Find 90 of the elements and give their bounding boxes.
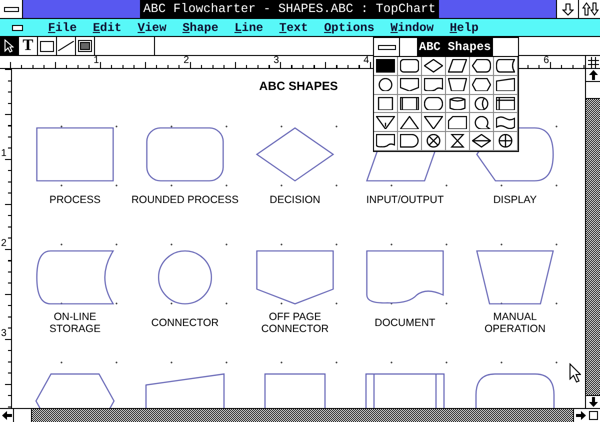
- square-icon: [589, 411, 598, 420]
- chart-heading: ABC SHAPES: [259, 79, 338, 93]
- system-menu-button[interactable]: [0, 0, 23, 18]
- shape-label: MANUAL OPERATION: [484, 311, 546, 336]
- dash-icon: [4, 6, 18, 12]
- shape-label: OFF PAGE CONNECTOR: [261, 311, 329, 336]
- down-arrow-icon: [562, 2, 574, 16]
- shape-tool-button[interactable]: [470, 94, 494, 114]
- shape-tool-button[interactable]: [494, 76, 518, 95]
- mouse-pointer-icon: [569, 363, 581, 383]
- shape-tool-button[interactable]: [494, 57, 518, 76]
- maximize-button[interactable]: [578, 0, 600, 18]
- down-arrow-icon: [588, 397, 598, 407]
- shape-tool-button[interactable]: [374, 94, 398, 114]
- ruler-number: 3: [272, 56, 280, 66]
- menu-item[interactable]: Help: [450, 20, 479, 34]
- shaded-rectangle-icon: [78, 40, 92, 52]
- ruler-number: 2: [182, 56, 190, 66]
- ruler-number: 3: [0, 329, 8, 339]
- right-arrow-icon: [576, 411, 586, 420]
- shape-label: INPUT/OUTPUT: [366, 194, 444, 206]
- shape-tool-button[interactable]: [494, 132, 518, 151]
- shape-tool-button[interactable]: [422, 76, 446, 95]
- dash-icon: [378, 44, 396, 50]
- shape-tool-button[interactable]: [398, 57, 422, 76]
- ruler-number: 1: [0, 149, 8, 159]
- shape-label: DOCUMENT: [374, 317, 436, 330]
- document-menu-button[interactable]: [12, 24, 23, 30]
- rectangle-icon: [40, 40, 54, 52]
- up-arrow-icon: [588, 70, 598, 80]
- shape-label: ON-LINE STORAGE: [49, 311, 101, 336]
- shape-tool-button[interactable]: [398, 94, 422, 114]
- menu-item[interactable]: File: [48, 20, 77, 34]
- shape-label: PROCESS: [49, 194, 101, 206]
- shape-tool-button[interactable]: [422, 132, 446, 151]
- shape-tool-button[interactable]: [398, 76, 422, 95]
- up-down-arrows-icon: [580, 2, 598, 16]
- menu-item[interactable]: Line: [234, 20, 264, 34]
- ruler-number: 1: [92, 56, 100, 66]
- minimize-button[interactable]: [556, 0, 578, 18]
- shape-tool-button[interactable]: [470, 132, 494, 151]
- shape-tool-button[interactable]: [422, 57, 446, 76]
- ruler-number: 6: [542, 56, 550, 66]
- scroll-thumb[interactable]: [14, 409, 32, 422]
- menu-item[interactable]: Text: [279, 20, 308, 34]
- shape-tool-button[interactable]: [446, 94, 470, 114]
- tool-button[interactable]: [76, 37, 95, 55]
- menu-item[interactable]: Window: [390, 20, 434, 34]
- shape-label: DISPLAY: [493, 194, 537, 206]
- shape-label: ROUNDED PROCESS: [131, 194, 239, 206]
- shape-tool-button[interactable]: [398, 132, 422, 151]
- scroll-up-button[interactable]: [586, 69, 600, 81]
- shape-tool-button[interactable]: [398, 113, 422, 132]
- shape-tool-button[interactable]: [494, 113, 518, 132]
- window-title: ABC Flowcharter - SHAPES.ABC : TopChart: [140, 0, 439, 18]
- menu-item[interactable]: Shape: [182, 20, 218, 34]
- size-box[interactable]: [587, 409, 600, 422]
- menu-item[interactable]: Edit: [92, 20, 122, 34]
- shape-tool-button[interactable]: [446, 113, 470, 132]
- shape-tool-button[interactable]: [422, 113, 446, 132]
- scroll-down-button[interactable]: [586, 396, 600, 408]
- shape-tool-button[interactable]: [494, 94, 518, 114]
- shape-tool-button[interactable]: [374, 76, 398, 95]
- shape-tool-button[interactable]: [374, 57, 398, 76]
- menu-item[interactable]: View: [138, 20, 166, 34]
- shape-tool-button[interactable]: [446, 57, 470, 76]
- left-arrow-icon: [2, 411, 12, 420]
- shape-tool-button[interactable]: [374, 132, 398, 151]
- scroll-left-button[interactable]: [0, 409, 13, 422]
- ruler-number: 2: [0, 239, 8, 249]
- menu-item[interactable]: Options: [324, 20, 374, 34]
- palette-title: ABC Shapes: [417, 38, 494, 56]
- shape-tool-button[interactable]: [446, 76, 470, 95]
- tool-button[interactable]: [0, 37, 19, 55]
- shape-label: CONNECTOR: [151, 317, 219, 330]
- line-icon: [58, 41, 74, 51]
- shape-tool-button[interactable]: [422, 94, 446, 114]
- shape-tool-button[interactable]: [470, 76, 494, 95]
- shape-tool-button[interactable]: [470, 57, 494, 76]
- shape-tool-button[interactable]: [374, 113, 398, 132]
- shape-tool-button[interactable]: [470, 113, 494, 132]
- scroll-right-button[interactable]: [574, 409, 587, 422]
- ruler-number: 4: [362, 56, 370, 66]
- shape-tool-button[interactable]: [446, 132, 470, 151]
- shape-label: DECISION: [270, 194, 320, 206]
- scroll-thumb[interactable]: [586, 82, 600, 99]
- pointer-icon: [4, 39, 14, 53]
- tool-button[interactable]: [38, 37, 57, 55]
- grid-toggle-button[interactable]: [585, 56, 600, 69]
- tool-button[interactable]: [57, 37, 76, 55]
